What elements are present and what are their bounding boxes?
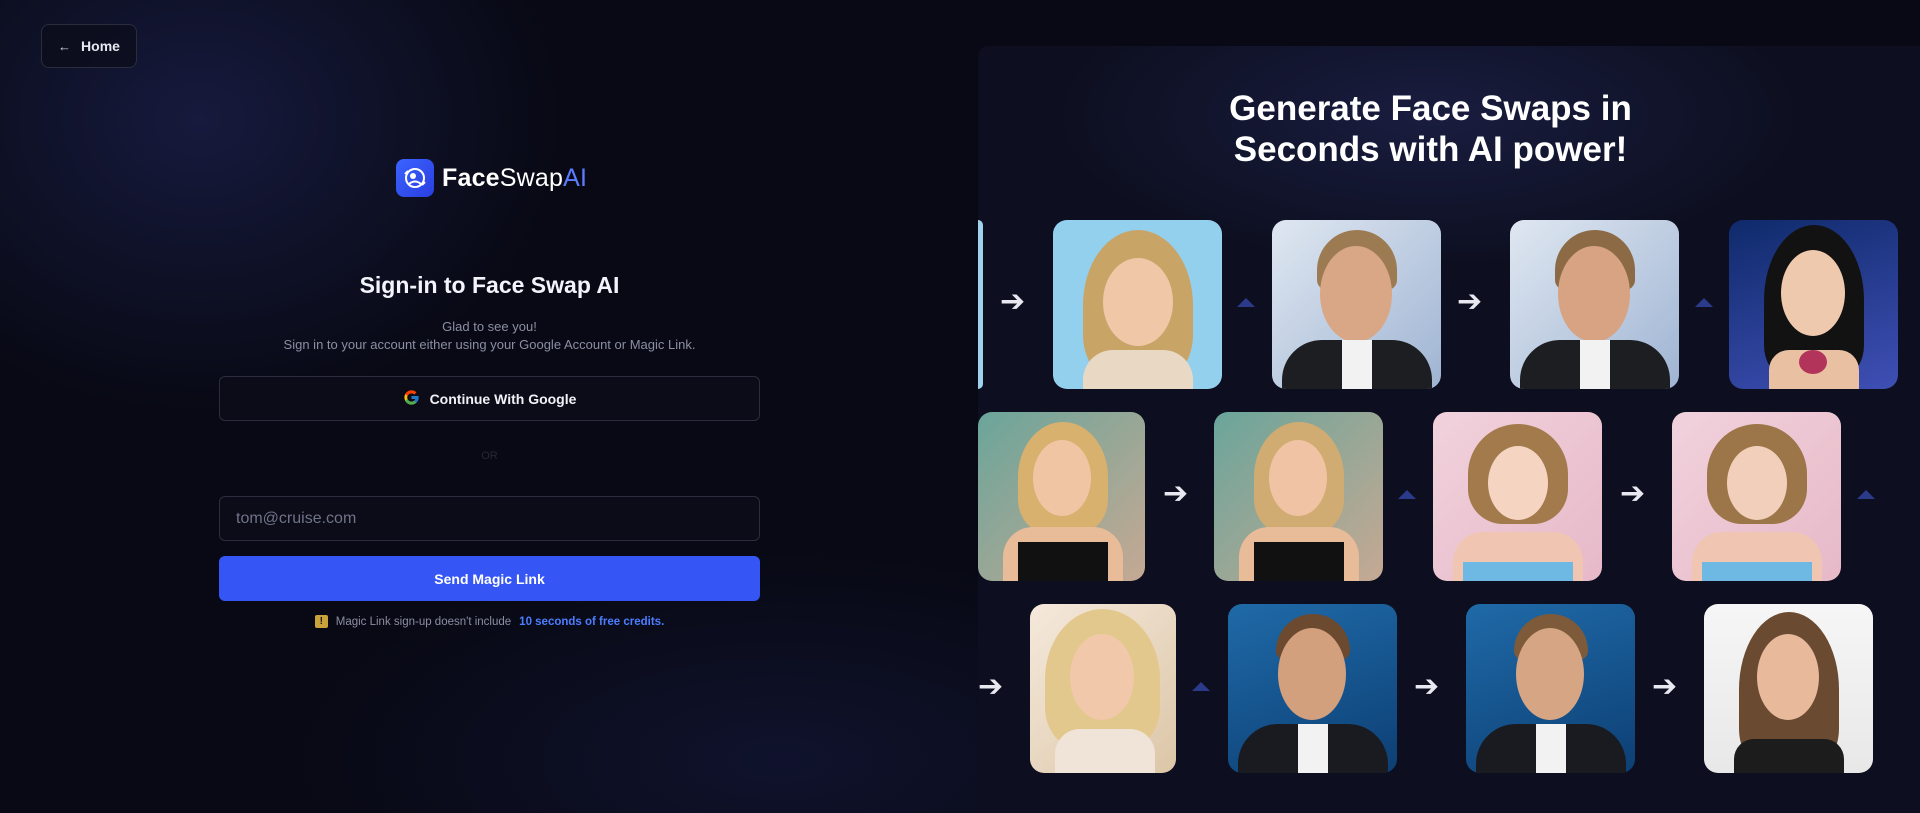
- showcase-title-line-1: Generate Face Swaps in: [1229, 89, 1632, 128]
- arrow-right-icon: ➔: [1652, 670, 1678, 703]
- face-tile: [1704, 604, 1873, 773]
- showcase-title-line-2: Seconds with AI power!: [1233, 130, 1628, 169]
- triangle-icon: [1398, 490, 1416, 499]
- arrow-right-icon: ➔: [978, 670, 1004, 703]
- face-tile: [1053, 220, 1222, 389]
- free-credits-highlight: 10 seconds of free credits.: [519, 615, 665, 628]
- magic-link-note: ! Magic Link sign-up doesn't include 10 …: [219, 615, 760, 628]
- face-tile: [1228, 604, 1397, 773]
- triangle-icon: [1237, 298, 1255, 307]
- triangle-icon: [1192, 682, 1210, 691]
- arrow-right-icon: ➔: [1000, 285, 1026, 318]
- arrow-right-icon: ➔: [1620, 477, 1646, 510]
- face-tile: [1729, 220, 1898, 389]
- face-tile: [1214, 412, 1383, 581]
- signin-title: Sign-in to Face Swap AI: [359, 272, 620, 298]
- home-label: Home: [81, 38, 120, 54]
- google-button-label: Continue With Google: [429, 390, 577, 407]
- face-tile: [1030, 604, 1176, 773]
- send-magic-link-button[interactable]: Send Magic Link: [219, 556, 760, 601]
- face-tile-partial: [978, 220, 983, 389]
- arrow-right-icon: ➔: [1457, 285, 1483, 318]
- face-tile: [1510, 220, 1679, 389]
- face-tile: [1466, 604, 1635, 773]
- note-text: Magic Link sign-up doesn't include: [335, 615, 512, 628]
- subtitle-line-1: Glad to see you!: [442, 319, 537, 334]
- google-icon: [403, 389, 420, 409]
- face-swap-logo-icon: [396, 159, 434, 197]
- showcase-title: Generate Face Swaps in Seconds with AI p…: [978, 88, 1883, 170]
- arrow-right-icon: ➔: [1163, 477, 1189, 510]
- arrow-left-icon: ←: [58, 38, 72, 54]
- or-separator: OR: [481, 450, 498, 462]
- brand-name: FaceSwapAI: [442, 163, 588, 192]
- triangle-icon: [1857, 490, 1875, 499]
- subtitle-line-2: Sign in to your account either using you…: [283, 337, 696, 352]
- arrow-right-icon: ➔: [1414, 670, 1440, 703]
- login-page: ← Home FaceSwapAI Sign-in to Face Swap A…: [0, 0, 1920, 813]
- face-tile: [978, 412, 1145, 581]
- face-tile: [1672, 412, 1841, 581]
- face-tile: [1272, 220, 1441, 389]
- signin-subtitle: Glad to see you! Sign in to your account…: [219, 318, 760, 354]
- warning-icon: !: [314, 615, 328, 628]
- email-input[interactable]: [219, 496, 760, 541]
- triangle-icon: [1695, 298, 1713, 307]
- continue-with-google-button[interactable]: Continue With Google: [219, 376, 760, 421]
- home-button[interactable]: ← Home: [41, 24, 137, 68]
- face-tile: [1433, 412, 1602, 581]
- brand-logo: FaceSwapAI: [396, 159, 587, 197]
